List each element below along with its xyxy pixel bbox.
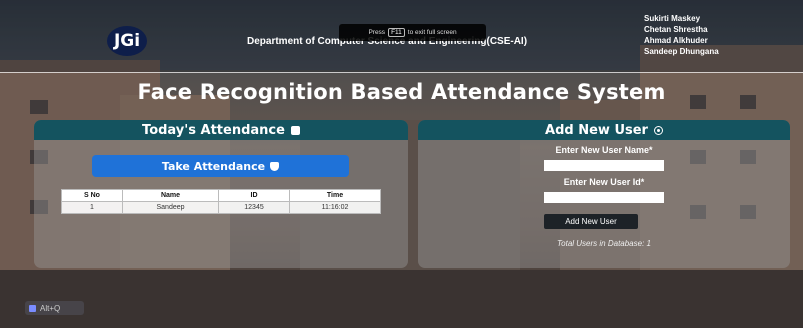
shortcut-badge[interactable]: Alt+Q xyxy=(25,301,84,315)
cell-id: 12345 xyxy=(218,201,290,214)
keyboard-icon xyxy=(29,304,36,312)
clipboard-icon xyxy=(290,125,300,135)
column-header-name: Name xyxy=(122,189,219,202)
add-new-user-button[interactable]: Add New User xyxy=(544,214,638,229)
team-member: Sukirti Maskey xyxy=(644,14,701,23)
column-header-time: Time xyxy=(289,189,381,202)
user-name-label: Enter New User Name* xyxy=(555,145,653,155)
user-id-label: Enter New User Id* xyxy=(563,177,645,187)
page-title: Face Recognition Based Attendance System xyxy=(137,80,666,104)
fullscreen-notice: Press F11 to exit full screen xyxy=(339,24,486,41)
attendance-panel-header: Today's Attendance xyxy=(34,120,408,140)
attendance-table: S No Name ID Time 1 Sandeep 12345 11:16:… xyxy=(61,189,381,214)
eye-icon xyxy=(653,125,663,135)
team-member: Ahmad Alkhuder xyxy=(644,36,708,45)
add-new-user-panel: Add New User Enter New User Name* Enter … xyxy=(418,120,790,268)
team-member: Sandeep Dhungana xyxy=(644,47,719,56)
table-row: 1 Sandeep 12345 11:16:02 xyxy=(61,201,381,214)
header-divider xyxy=(0,72,803,73)
f11-key: F11 xyxy=(388,28,405,37)
team-members: Sukirti Maskey Chetan Shrestha Ahmad Alk… xyxy=(644,13,719,57)
shield-check-icon xyxy=(270,161,280,171)
todays-attendance-panel: Today's Attendance Take Attendance S No … xyxy=(34,120,408,268)
user-id-input[interactable] xyxy=(544,192,664,203)
team-member: Chetan Shrestha xyxy=(644,25,708,34)
column-header-id: ID xyxy=(218,189,290,202)
cell-name: Sandeep xyxy=(122,201,219,214)
add-user-panel-header: Add New User xyxy=(418,120,790,140)
take-attendance-button[interactable]: Take Attendance xyxy=(92,155,349,177)
total-users-text: Total Users in Database: 1 xyxy=(557,239,651,248)
jgi-logo: JGi xyxy=(107,26,147,56)
user-name-input[interactable] xyxy=(544,160,664,171)
cell-time: 11:16:02 xyxy=(289,201,381,214)
add-user-heading: Add New User xyxy=(545,122,648,138)
cell-sno: 1 xyxy=(61,201,123,214)
column-header-sno: S No xyxy=(61,189,123,202)
attendance-heading: Today's Attendance xyxy=(142,122,285,138)
